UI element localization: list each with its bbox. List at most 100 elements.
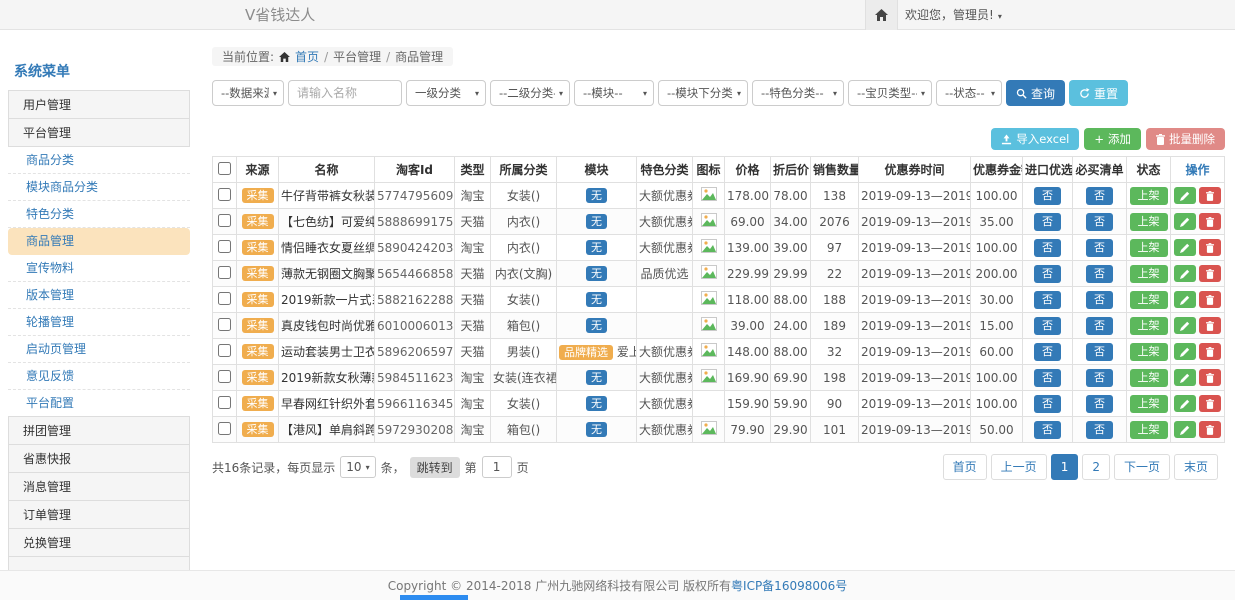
row-checkbox[interactable] [218,214,231,227]
edit-button[interactable] [1174,213,1196,230]
status-toggle[interactable]: 上架 [1130,265,1168,283]
sidebar-item[interactable]: 兑换管理 [8,528,190,557]
must-buy-toggle[interactable]: 否 [1086,265,1113,283]
sidebar-item[interactable]: 版本管理 [8,282,190,309]
row-checkbox[interactable] [218,422,231,435]
row-checkbox[interactable] [218,318,231,331]
sidebar-item[interactable]: 订单管理 [8,500,190,529]
import-optional-toggle[interactable]: 否 [1034,317,1061,335]
row-checkbox[interactable] [218,188,231,201]
delete-button[interactable] [1199,239,1221,256]
sidebar-item[interactable]: 模块商品分类 [8,174,190,201]
must-buy-toggle[interactable]: 否 [1086,343,1113,361]
breadcrumb-home-link[interactable]: 首页 [295,48,319,65]
row-checkbox[interactable] [218,396,231,409]
pager-button[interactable]: 首页 [943,454,987,480]
edit-button[interactable] [1174,317,1196,334]
import-optional-toggle[interactable]: 否 [1034,369,1061,387]
import-optional-toggle[interactable]: 否 [1034,213,1061,231]
status-toggle[interactable]: 上架 [1130,395,1168,413]
row-checkbox[interactable] [218,292,231,305]
delete-button[interactable] [1199,421,1221,438]
filter-select[interactable]: --宝贝类型--▾ [848,80,932,106]
query-button[interactable]: 查询 [1006,80,1065,106]
filter-select[interactable]: --二级分类--▾ [490,80,570,106]
select-all-checkbox[interactable] [218,162,231,175]
import-optional-toggle[interactable]: 否 [1034,421,1061,439]
delete-button[interactable] [1199,291,1221,308]
sidebar-item[interactable]: 特色分类 [8,201,190,228]
filter-select[interactable]: --数据来源--▾ [212,80,284,106]
delete-button[interactable] [1199,369,1221,386]
must-buy-toggle[interactable]: 否 [1086,317,1113,335]
row-checkbox[interactable] [218,370,231,383]
edit-button[interactable] [1174,421,1196,438]
status-toggle[interactable]: 上架 [1130,369,1168,387]
must-buy-toggle[interactable]: 否 [1086,369,1113,387]
delete-button[interactable] [1199,213,1221,230]
import-optional-toggle[interactable]: 否 [1034,395,1061,413]
delete-button[interactable] [1199,317,1221,334]
sidebar-item[interactable]: 商品管理 [8,228,190,255]
row-checkbox[interactable] [218,266,231,279]
import-optional-toggle[interactable]: 否 [1034,187,1061,205]
import-excel-button[interactable]: 导入excel [991,128,1079,150]
sidebar-item[interactable]: 启动页管理 [8,336,190,363]
edit-button[interactable] [1174,291,1196,308]
edit-button[interactable] [1174,343,1196,360]
must-buy-toggle[interactable]: 否 [1086,421,1113,439]
import-optional-toggle[interactable]: 否 [1034,265,1061,283]
sidebar-item[interactable]: 省惠快报 [8,444,190,473]
status-toggle[interactable]: 上架 [1130,213,1168,231]
delete-button[interactable] [1199,395,1221,412]
edit-button[interactable] [1174,369,1196,386]
edit-button[interactable] [1174,239,1196,256]
must-buy-toggle[interactable]: 否 [1086,187,1113,205]
reset-button[interactable]: 重置 [1069,80,1128,106]
import-optional-toggle[interactable]: 否 [1034,291,1061,309]
must-buy-toggle[interactable]: 否 [1086,291,1113,309]
status-toggle[interactable]: 上架 [1130,421,1168,439]
edit-button[interactable] [1174,187,1196,204]
pager-button[interactable]: 下一页 [1114,454,1170,480]
pager-button[interactable]: 末页 [1174,454,1218,480]
must-buy-toggle[interactable]: 否 [1086,395,1113,413]
filter-select[interactable]: --状态--▾ [936,80,1002,106]
import-optional-toggle[interactable]: 否 [1034,343,1061,361]
sidebar-item[interactable]: 拼团管理 [8,416,190,445]
pager-button[interactable]: 1 [1051,454,1079,480]
home-button[interactable] [865,0,898,30]
status-toggle[interactable]: 上架 [1130,187,1168,205]
sidebar-item[interactable]: 宣传物料 [8,255,190,282]
sidebar-item[interactable]: 商品分类 [8,147,190,174]
delete-button[interactable] [1199,187,1221,204]
sidebar-item[interactable]: 平台配置 [8,390,190,417]
delete-button[interactable] [1199,343,1221,360]
sidebar-item[interactable]: 轮播管理 [8,309,190,336]
sidebar-item[interactable]: 意见反馈 [8,363,190,390]
status-toggle[interactable]: 上架 [1130,239,1168,257]
batch-delete-button[interactable]: 批量删除 [1146,128,1225,150]
sidebar-item[interactable]: 用户管理 [8,90,190,119]
filter-select[interactable]: --模块下分类--▾ [658,80,748,106]
row-checkbox[interactable] [218,240,231,253]
status-toggle[interactable]: 上架 [1130,291,1168,309]
status-toggle[interactable]: 上架 [1130,343,1168,361]
sidebar-item[interactable]: 平台管理 [8,118,190,147]
must-buy-toggle[interactable]: 否 [1086,213,1113,231]
must-buy-toggle[interactable]: 否 [1086,239,1113,257]
edit-button[interactable] [1174,395,1196,412]
page-number-input[interactable] [482,456,512,478]
add-button[interactable]: + 添加 [1084,128,1141,150]
user-menu[interactable]: 欢迎您，管理员!▾ [905,0,1002,32]
delete-button[interactable] [1199,265,1221,282]
import-optional-toggle[interactable]: 否 [1034,239,1061,257]
filter-select[interactable]: --特色分类--▾ [752,80,844,106]
status-toggle[interactable]: 上架 [1130,317,1168,335]
edit-button[interactable] [1174,265,1196,282]
per-page-select[interactable]: 10 ▾ [340,456,375,478]
icp-link[interactable]: 粤ICP备16098006号 [731,579,847,593]
row-checkbox[interactable] [218,344,231,357]
name-search-input[interactable] [288,80,402,106]
pager-button[interactable]: 2 [1082,454,1110,480]
